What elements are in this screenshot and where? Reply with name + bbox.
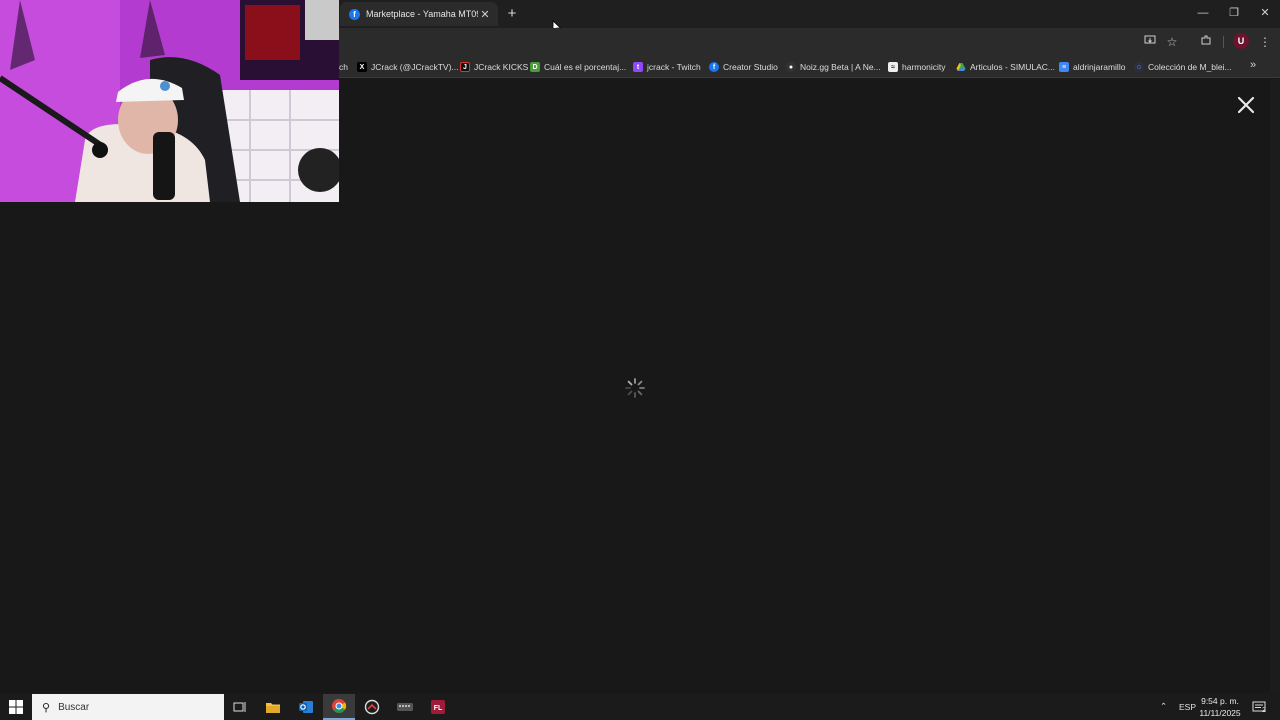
tab-close-icon[interactable]: ✕ <box>478 8 492 21</box>
webcam-overlay <box>0 0 339 202</box>
search-icon: ⚲ <box>42 701 51 714</box>
restore-button[interactable]: ❐ <box>1220 3 1248 23</box>
app-icon[interactable] <box>356 694 388 720</box>
bookmark-item[interactable]: Articulos - SIMULAC... <box>956 60 1055 74</box>
language-indicator[interactable]: ESP <box>1179 693 1196 720</box>
streamdeck-icon[interactable] <box>389 694 421 720</box>
windows-start-icon[interactable] <box>8 699 24 715</box>
jcrack-icon: J <box>460 62 470 72</box>
close-icon[interactable] <box>1234 93 1258 117</box>
d-icon: D <box>530 62 540 72</box>
bookmark-item[interactable]: ● Noiz.gg Beta | A Ne... <box>786 60 881 74</box>
bookmark-item[interactable]: D Cuál es el porcentaj... <box>530 60 626 74</box>
twitch-icon: t <box>633 62 643 72</box>
install-app-icon[interactable] <box>1141 33 1159 51</box>
extensions-icon[interactable] <box>1197 33 1215 51</box>
bookmark-item[interactable]: ch <box>339 60 348 74</box>
webcam-feed-image <box>0 0 339 202</box>
outlook-icon[interactable] <box>290 694 322 720</box>
clock-time: 9:54 p. m. <box>1201 696 1239 706</box>
close-window-button[interactable]: ✕ <box>1251 3 1279 23</box>
github-icon: ● <box>786 62 796 72</box>
bookmark-item[interactable]: ≈ harmonicity <box>888 60 945 74</box>
scrollbar[interactable] <box>1270 79 1280 693</box>
toolbar-separator <box>1223 36 1224 48</box>
search-placeholder: Buscar <box>58 701 90 713</box>
tab-title: Marketplace - Yamaha MT09 2( <box>366 9 478 19</box>
profile-icon[interactable]: U <box>1233 33 1249 49</box>
bookmark-item[interactable]: f Creator Studio <box>709 60 778 74</box>
show-hidden-icons-icon[interactable]: ⌃ <box>1160 693 1167 720</box>
bookmark-item[interactable]: t jcrack - Twitch <box>633 60 701 74</box>
loading-spinner-icon <box>625 378 645 398</box>
svg-text:FL: FL <box>434 705 443 712</box>
globe-icon: ◌ <box>1134 62 1144 72</box>
chrome-icon[interactable] <box>323 694 355 720</box>
taskbar-clock[interactable]: 9:54 p. m. 11/11/2025 <box>1197 695 1243 719</box>
docs-icon: ≡ <box>1059 62 1069 72</box>
bookmark-item[interactable]: J JCrack KICKS <box>460 60 528 74</box>
tab-marketplace[interactable]: f Marketplace - Yamaha MT09 2( ✕ <box>340 2 498 26</box>
bookmark-item[interactable]: X JCrack (@JCrackTV)... <box>357 60 459 74</box>
facebook-icon: f <box>349 8 360 20</box>
file-explorer-icon[interactable] <box>257 694 289 720</box>
clock-date: 11/11/2025 <box>1199 708 1241 718</box>
bookmark-item[interactable]: ◌ Colección de M_blei... <box>1134 60 1232 74</box>
notifications-icon[interactable]: 2 <box>1252 693 1266 720</box>
x-icon: X <box>357 62 367 72</box>
taskbar-search-box[interactable]: ⚲ Buscar <box>32 694 224 720</box>
new-tab-button[interactable]: + <box>503 5 521 23</box>
menu-icon[interactable]: ⋮ <box>1256 33 1274 51</box>
harmonicity-icon: ≈ <box>888 62 898 72</box>
bookmark-star-icon[interactable]: ☆ <box>1163 33 1181 51</box>
drive-icon <box>956 62 966 72</box>
fl-studio-icon[interactable]: FL <box>422 694 454 720</box>
minimize-button[interactable]: — <box>1189 3 1217 23</box>
bookmarks-overflow-button[interactable]: » <box>1250 59 1264 71</box>
task-view-icon[interactable] <box>224 694 256 720</box>
facebook-icon: f <box>709 62 719 72</box>
bookmark-item[interactable]: ≡ aldrinjaramillo <box>1059 60 1125 74</box>
notifications-count-badge: 2 <box>1262 707 1266 714</box>
